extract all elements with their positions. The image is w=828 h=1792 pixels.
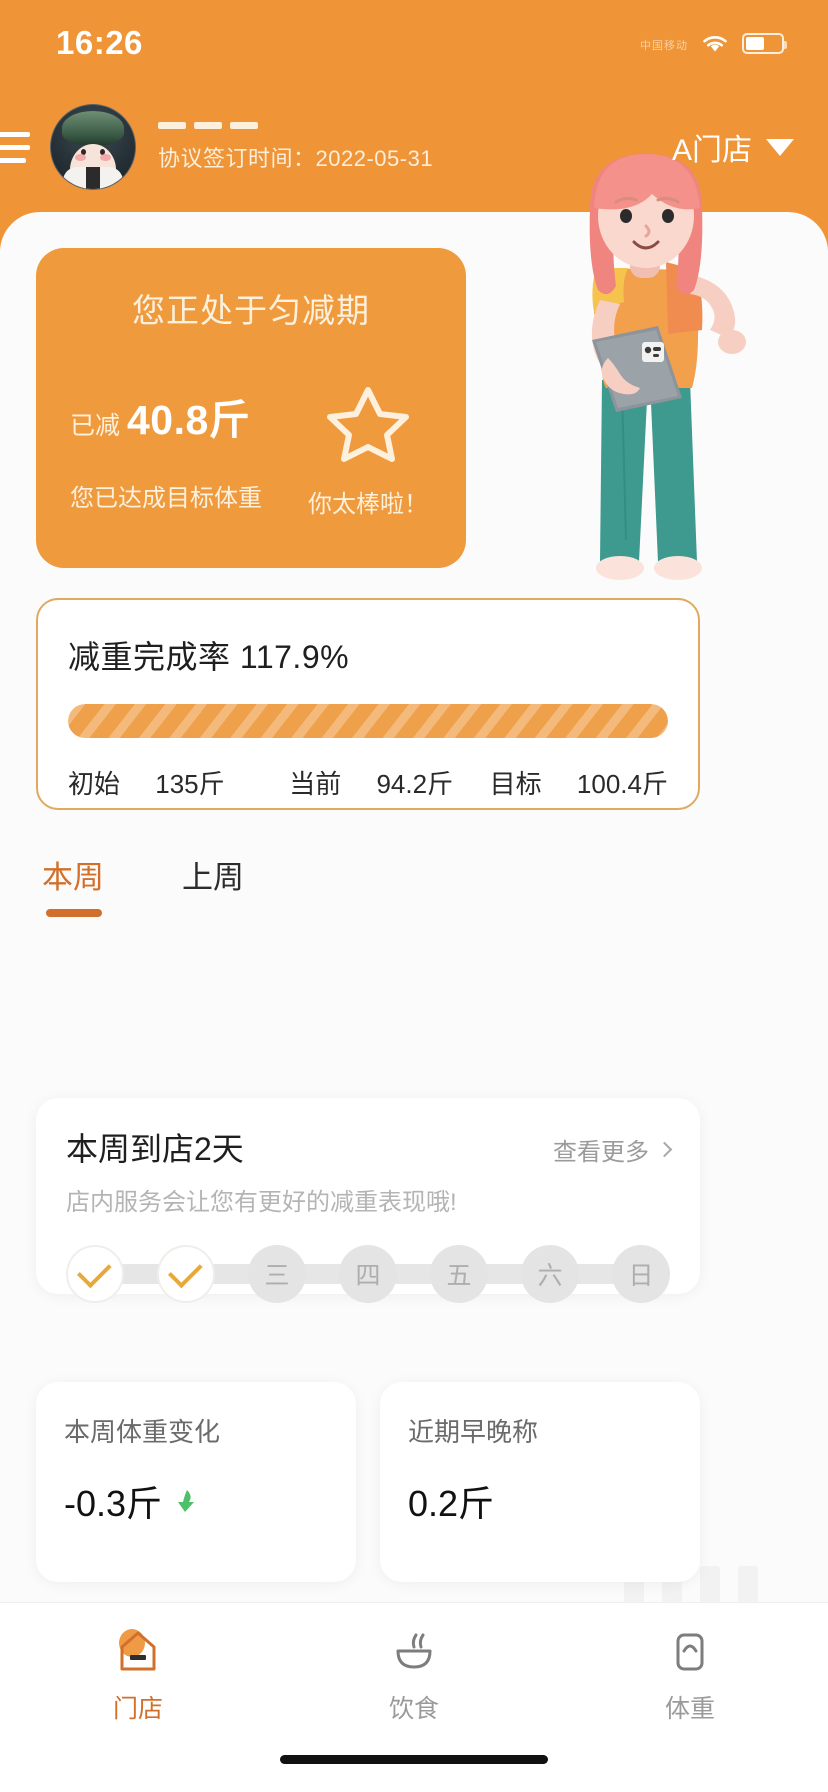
weight-lost-line: 已减 40.8斤 [70, 386, 262, 446]
check-icon [168, 1253, 203, 1288]
chevron-right-icon [657, 1142, 673, 1158]
recent-morning-evening-value-row: 0.2斤 [408, 1475, 672, 1527]
progress-track [68, 704, 668, 738]
weekly-weight-change-label: 本周体重变化 [64, 1412, 328, 1449]
stat-target: 目标 100.4斤 [490, 764, 668, 801]
carrier-label: 中国移动 [640, 37, 688, 53]
store-visit-title: 本周到店2天 [66, 1124, 244, 1170]
app-screen: 16:26 中国移动 [0, 0, 828, 1792]
weekly-weight-change-value-row: -0.3斤 [64, 1475, 328, 1527]
tab-weight[interactable]: 体重 [552, 1625, 828, 1725]
stat-current: 当前 94.2斤 [289, 764, 453, 801]
weekly-weight-change-value: -0.3斤 [64, 1475, 162, 1527]
home-indicator [280, 1755, 548, 1764]
tab-store-label: 门店 [113, 1689, 163, 1725]
tab-this-week[interactable]: 本周 [42, 852, 104, 917]
completion-rate-card: 减重完成率 117.9% 初始 135斤 当前 94.2斤 目标 100.4斤 [36, 598, 700, 810]
store-selector[interactable]: A门店 [672, 125, 794, 169]
completion-rate-value: 117.9% [240, 639, 349, 675]
stat-initial: 初始 135斤 [68, 764, 225, 801]
week-days-tracker: 三 四 五 六 日 [66, 1243, 670, 1305]
day-tuesday[interactable] [157, 1245, 215, 1303]
avatar[interactable] [50, 104, 136, 190]
status-indicators: 中国移动 [640, 31, 784, 55]
tab-diet-label: 饮食 [389, 1689, 439, 1725]
progress-fill [68, 704, 668, 738]
battery-icon [742, 33, 784, 54]
stat-initial-value: 135斤 [155, 769, 224, 799]
agreement-sign-label: 协议签订时间： [158, 146, 316, 171]
tab-weight-label: 体重 [665, 1689, 715, 1725]
stat-current-value: 94.2斤 [376, 769, 453, 799]
day-thursday[interactable]: 四 [339, 1245, 397, 1303]
stat-initial-label: 初始 [68, 769, 120, 799]
food-bowl-icon [386, 1625, 442, 1681]
store-visit-card: 本周到店2天 查看更多 店内服务会让您有更好的减重表现哦! 三 四 五 六 日 [36, 1098, 700, 1294]
week-tabs: 本周 上周 [42, 852, 244, 917]
day-sunday[interactable]: 日 [612, 1245, 670, 1303]
arrow-down-icon [176, 1488, 198, 1514]
store-visit-subtitle: 店内服务会让您有更好的减重表现哦! [66, 1182, 670, 1217]
stat-target-label: 目标 [490, 769, 542, 799]
day-friday[interactable]: 五 [430, 1245, 488, 1303]
weight-lost-value: 40.8斤 [127, 397, 250, 443]
stat-target-value: 100.4斤 [577, 769, 668, 799]
weekly-weight-change-card[interactable]: 本周体重变化 -0.3斤 [36, 1382, 356, 1582]
status-bar: 16:26 中国移动 [0, 0, 828, 86]
store-name: A门店 [672, 125, 752, 169]
phase-title: 您正处于匀减期 [70, 284, 432, 332]
completion-rate-label: 减重完成率 [68, 639, 231, 675]
phase-status-card: 您正处于匀减期 已减 40.8斤 您已达成目标体重 你太棒啦！ [36, 248, 466, 568]
recent-morning-evening-label: 近期早晚称 [408, 1412, 672, 1449]
tab-diet[interactable]: 饮食 [276, 1625, 552, 1725]
stat-current-label: 当前 [289, 769, 341, 799]
user-meta: 协议签订时间：2022-05-31 [158, 122, 433, 173]
weight-stats-row: 初始 135斤 当前 94.2斤 目标 100.4斤 [68, 764, 668, 801]
chevron-down-icon [766, 139, 794, 156]
weight-lost-label: 已减 [70, 412, 120, 440]
check-icon [77, 1253, 112, 1288]
day-wednesday[interactable]: 三 [248, 1245, 306, 1303]
star-icon [327, 384, 409, 462]
agreement-sign-date: 2022-05-31 [316, 146, 434, 171]
tab-last-week[interactable]: 上周 [182, 852, 244, 917]
goal-reached-text: 您已达成目标体重 [70, 478, 262, 513]
completion-rate-title: 减重完成率 117.9% [68, 632, 668, 678]
view-more-link[interactable]: 查看更多 [553, 1132, 670, 1167]
hamburger-menu-icon[interactable] [0, 132, 36, 163]
scale-icon [662, 1625, 718, 1681]
store-home-icon [110, 1625, 166, 1681]
wifi-icon [700, 31, 730, 55]
tab-store[interactable]: 门店 [0, 1625, 276, 1725]
day-saturday[interactable]: 六 [521, 1245, 579, 1303]
status-time: 16:26 [56, 24, 143, 62]
view-more-label: 查看更多 [553, 1132, 649, 1167]
day-monday[interactable] [66, 1245, 124, 1303]
app-header: 协议签订时间：2022-05-31 A门店 [0, 92, 828, 202]
recent-morning-evening-card[interactable]: 近期早晚称 0.2斤 [380, 1382, 700, 1582]
user-name-masked [158, 122, 433, 129]
recent-morning-evening-value: 0.2斤 [408, 1475, 494, 1527]
metric-cards-row: 本周体重变化 -0.3斤 近期早晚称 0.2斤 [36, 1382, 700, 1582]
praise-text: 你太棒啦！ [308, 484, 428, 519]
agreement-sign-time: 协议签订时间：2022-05-31 [158, 141, 433, 173]
